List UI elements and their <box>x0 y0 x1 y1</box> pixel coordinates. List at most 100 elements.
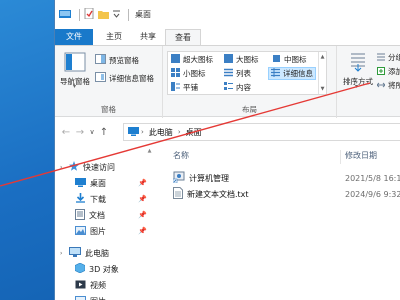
tiles-icon <box>171 82 180 93</box>
layout-group-label: 布局 <box>242 105 257 114</box>
file-explorer-window: 桌面 文件 主页 共享 查看 导航窗格 ▾ 预览窗格 详细信息窗格 窗格 超大图… <box>54 0 400 300</box>
tab-file[interactable]: 文件 <box>55 29 93 45</box>
breadcrumb-desktop[interactable]: 桌面 <box>186 127 202 138</box>
sort-by-button[interactable]: 排序方式 <box>341 52 375 87</box>
recent-locations-icon[interactable]: ∨ <box>87 128 97 136</box>
tiles-label: 平铺 <box>183 83 198 92</box>
nav-pictures-pc[interactable]: 图片 <box>55 293 153 300</box>
navigation-pane: › 快速访问 桌面 📌 下载 📌 文档 📌 图片 📌 › 此电脑 3D 对象 视… <box>55 146 153 300</box>
list-option[interactable]: 列表 <box>224 68 251 79</box>
nav-pane-dropdown-icon[interactable]: ▾ <box>73 83 76 90</box>
window-title: 桌面 <box>135 10 151 19</box>
file-name: 新建文本文档.txt <box>187 189 249 199</box>
nav-item-label: 视频 <box>90 280 106 290</box>
file-name: 计算机管理 <box>189 173 229 183</box>
large-icons-icon <box>224 54 233 65</box>
expand-chevron-icon[interactable]: › <box>60 164 62 171</box>
nav-quick-access[interactable]: › 快速访问 <box>55 159 153 175</box>
breadcrumb-separator-icon[interactable]: › <box>141 128 144 136</box>
extra-large-icons-option[interactable]: 超大图标 <box>171 54 213 65</box>
details-pane-icon <box>95 72 106 84</box>
tab-share[interactable]: 共享 <box>131 29 165 45</box>
breadcrumb-this-pc[interactable]: 此电脑 <box>149 127 173 138</box>
star-icon <box>69 161 79 173</box>
new-folder-icon[interactable] <box>98 9 109 21</box>
navigation-pane-scrollbar[interactable]: ▲ <box>146 146 153 300</box>
ribbon-tabs: 文件 主页 共享 查看 <box>55 29 400 45</box>
large-icons-icon <box>171 54 180 65</box>
preview-pane-icon <box>95 54 106 66</box>
expand-chevron-icon[interactable]: › <box>60 250 62 257</box>
tab-view[interactable]: 查看 <box>165 29 201 45</box>
group-by-icon <box>377 53 385 63</box>
download-folder-icon <box>75 193 86 205</box>
details-pane-button[interactable]: 详细信息窗格 <box>95 72 154 84</box>
breadcrumb-separator-icon[interactable]: › <box>178 128 181 136</box>
column-divider[interactable] <box>340 150 341 164</box>
3d-objects-icon <box>74 262 86 275</box>
scroll-up-icon[interactable]: ▲ <box>146 148 153 154</box>
layout-group: 超大图标 大图标 中图标 小图标 列表 详细信息 平铺 内容 ▲ ▼ 布局 <box>163 46 337 118</box>
navigation-bar: ← → ∨ ↑ › 此电脑 › 桌面 <box>55 118 400 146</box>
nav-downloads[interactable]: 下载 📌 <box>55 191 153 207</box>
nav-this-pc[interactable]: › 此电脑 <box>55 245 153 261</box>
medium-icons-label: 中图标 <box>284 55 307 64</box>
forward-arrow-icon[interactable]: → <box>73 127 87 138</box>
file-date: 2021/5/8 16:1 <box>345 173 400 183</box>
content-option[interactable]: 内容 <box>224 82 251 93</box>
preview-pane-button[interactable]: 预览窗格 <box>95 54 139 66</box>
file-row[interactable]: 新建文本文档.txt 2024/9/6 9:32 <box>155 186 400 202</box>
tiles-option[interactable]: 平铺 <box>171 82 198 93</box>
title-separator <box>128 8 129 21</box>
panes-group-label: 窗格 <box>101 105 116 114</box>
nav-pane-button[interactable]: 导航窗格 <box>59 52 91 87</box>
properties-icon[interactable] <box>84 7 94 21</box>
pictures-folder-icon <box>75 295 86 300</box>
panes-group: 导航窗格 ▾ 预览窗格 详细信息窗格 窗格 <box>55 46 163 118</box>
column-header-name[interactable]: 名称 <box>173 146 189 166</box>
column-header-modified[interactable]: 修改日期 <box>345 146 377 166</box>
add-columns-button[interactable]: 添加 <box>377 66 400 77</box>
address-bar[interactable]: › 此电脑 › 桌面 <box>123 123 400 141</box>
details-option[interactable]: 详细信息 <box>268 67 316 80</box>
file-date: 2024/9/6 9:32 <box>345 189 400 199</box>
nav-documents[interactable]: 文档 📌 <box>55 207 153 223</box>
nav-pictures[interactable]: 图片 📌 <box>55 223 153 239</box>
medium-icons-option[interactable]: 中图标 <box>272 54 307 65</box>
documents-folder-icon <box>75 208 85 222</box>
small-icons-option[interactable]: 小图标 <box>171 68 206 79</box>
nav-item-label: 此电脑 <box>85 248 109 258</box>
file-row[interactable]: 计算机管理 2021/5/8 16:1 <box>155 170 400 186</box>
layout-gallery-scroller[interactable]: ▲ ▼ <box>318 52 326 94</box>
file-name-cell: 计算机管理 <box>172 171 229 185</box>
nav-item-label: 快速访问 <box>83 162 115 172</box>
customize-toolbar-icon[interactable] <box>113 10 120 20</box>
nav-item-label: 图片 <box>90 296 106 300</box>
desktop-location-icon <box>128 126 139 138</box>
size-columns-icon <box>376 81 386 91</box>
add-columns-label: 添加 <box>388 67 400 76</box>
tab-home[interactable]: 主页 <box>97 29 131 45</box>
group-by-button[interactable]: 分组 <box>377 52 400 63</box>
nav-videos[interactable]: 视频 <box>55 277 153 293</box>
nav-item-label: 文档 <box>89 210 105 220</box>
sort-by-icon <box>349 52 367 74</box>
scroll-up-icon[interactable]: ▲ <box>321 54 325 60</box>
nav-item-label: 下载 <box>90 194 106 204</box>
pictures-folder-icon <box>75 225 86 237</box>
back-arrow-icon[interactable]: ← <box>59 127 73 138</box>
large-icons-option[interactable]: 大图标 <box>224 54 259 65</box>
nav-item-label: 3D 对象 <box>89 264 119 274</box>
nav-3d-objects[interactable]: 3D 对象 <box>55 261 153 277</box>
sort-by-dropdown-icon[interactable]: ▾ <box>355 83 358 90</box>
nav-desktop[interactable]: 桌面 📌 <box>55 175 153 191</box>
medium-icons-icon <box>272 54 281 65</box>
size-columns-button[interactable]: 将所 <box>376 80 400 91</box>
group-by-label: 分组 <box>388 53 400 62</box>
add-columns-icon <box>377 66 385 77</box>
details-label: 详细信息 <box>283 69 313 78</box>
file-list: 名称 修改日期 计算机管理 2021/5/8 16:1 新建文本文档.txt 2… <box>155 146 400 300</box>
up-arrow-icon[interactable]: ↑ <box>97 127 111 138</box>
scroll-down-icon[interactable]: ▼ <box>321 86 325 92</box>
current-view-group: 排序方式 ▾ 分组 添加 将所 <box>337 46 400 118</box>
